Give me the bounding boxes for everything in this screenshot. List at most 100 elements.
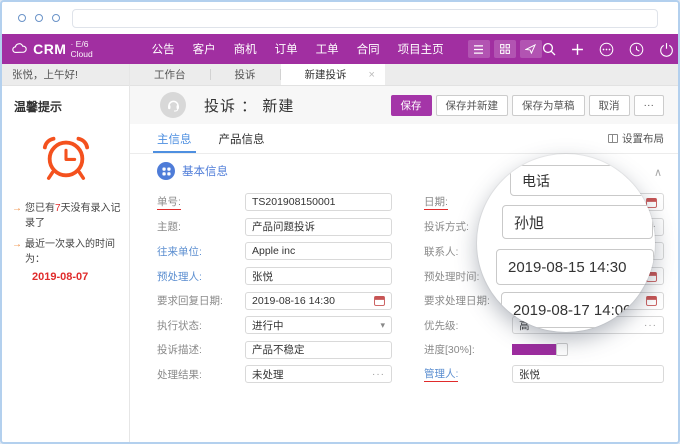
result-input[interactable]: 未处理··· [245,365,392,383]
manager-input[interactable]: 张悦 [512,365,664,383]
headset-icon [166,98,181,112]
field-label-order-no: 单号: [157,194,245,210]
action-buttons: 保存 保存并新建 保存为草稿 取消 ··· [391,95,665,116]
nav-item-announcement[interactable]: 公告 [152,41,175,57]
nav-item-workorder[interactable]: 工单 [316,41,339,57]
tab-workbench[interactable]: 工作台 [130,64,210,85]
arrow-icon: → [12,237,22,267]
save-and-new-button[interactable]: 保存并新建 [436,95,509,116]
header-right-icons [542,42,674,57]
add-button[interactable] [571,43,584,56]
apps-grid-button[interactable] [494,40,516,58]
exec-status-select[interactable]: 进行中▾ [245,316,392,334]
progress-fill [512,344,556,355]
plus-icon [571,43,584,56]
browser-bar [2,2,678,34]
chevron-down-icon[interactable]: ▾ [380,320,385,331]
description-input[interactable]: 产品不稳定 [245,341,392,359]
page-title: 投诉 ： 新建 [204,95,294,116]
nav-item-order[interactable]: 订单 [275,41,298,57]
magnifier-overlay: 电话 孙旭 2019-08-15 14:30 2019-08-17 14:00 [477,154,655,332]
more-menu-button[interactable] [599,42,614,57]
alarm-clock-icon [41,131,91,183]
menu-list-button[interactable] [468,40,490,58]
tip-item: → 您已有7天没有录入记录了 [12,201,121,231]
order-no-input[interactable]: TS201908150001 [245,193,392,211]
field-label-subject: 主题: [157,219,245,234]
magnified-contact: 孙旭 [502,205,653,239]
collapse-section-icon[interactable]: ∧ [654,166,662,179]
progress-handle[interactable] [556,343,568,356]
section-grid-icon [157,162,175,180]
cloud-icon [12,42,27,56]
greeting-text: 张悦，上午好! [2,64,129,86]
window-dot-icon[interactable] [35,14,43,22]
app-window: CRM · E/6 Cloud 公告 客户 商机 订单 工单 合同 项目主页 [0,0,680,444]
magnified-prehandle-time: 2019-08-15 14:30 [496,249,654,285]
window-controls [18,14,60,22]
section-basic-info[interactable]: 基本信息 [157,162,228,180]
search-button[interactable] [542,42,556,56]
address-bar-input[interactable] [72,9,658,28]
more-actions-button[interactable]: ··· [634,95,665,116]
reply-deadline-input[interactable]: 2019-08-16 14:30 [245,292,392,310]
tip-item: → 最近一次录入的时间为： [12,237,121,267]
tab-complaint[interactable]: 投诉 [211,64,280,85]
sidebar: 张悦，上午好! 温馨提示 → 您已有7天没有录入记录了 → 最近一次录入的时间为… [2,64,130,442]
history-button[interactable] [629,42,644,57]
brand-logo[interactable]: CRM · E/6 Cloud [12,39,100,59]
field-label-manager[interactable]: 管理人: [424,366,512,382]
tab-new-complaint[interactable]: 新建投诉 × [281,64,385,85]
field-label-result: 处理结果: [157,367,245,382]
progress-slider[interactable] [512,344,660,355]
window-dot-icon[interactable] [18,14,26,22]
window-dot-icon[interactable] [52,14,60,22]
last-entry-date: 2019-08-07 [32,271,121,283]
detail-tabs: 主信息 产品信息 设置布局 [130,124,678,154]
field-label-prehandler[interactable]: 预处理人: [157,269,245,284]
field-label-progress: 进度[30%]: [424,342,512,357]
send-button[interactable] [520,40,542,58]
nav-item-contract[interactable]: 合同 [357,41,380,57]
cancel-button[interactable]: 取消 [589,95,630,116]
search-icon [542,42,556,56]
subject-input[interactable]: 产品问题投诉 [245,218,392,236]
brand-name: CRM [33,41,66,57]
avatar [160,92,186,118]
layout-settings-link[interactable]: 设置布局 [608,131,664,146]
magnified-handle-deadline: 2019-08-17 14:00 [501,292,655,328]
tips-list: → 您已有7天没有录入记录了 → 最近一次录入的时间为： 2019-08-07 [2,183,129,283]
field-label-exec-status: 执行状态: [157,318,245,333]
field-label-description: 投诉描述: [157,342,245,357]
nav-item-opportunity[interactable]: 商机 [234,41,257,57]
hamburger-icon [473,45,484,54]
logout-button[interactable] [659,42,674,57]
field-label-reply-deadline: 要求回复日期: [157,293,245,308]
app-header: CRM · E/6 Cloud 公告 客户 商机 订单 工单 合同 项目主页 [2,34,678,64]
magnified-complaint-method: 电话 [510,165,651,196]
clock-icon [629,42,644,57]
layout-icon [608,134,618,143]
paper-plane-icon [525,44,536,54]
header-tool-group [468,40,542,58]
grid-icon [500,44,510,54]
tab-strip: 工作台 投诉 新建投诉 × [130,64,678,86]
save-as-draft-button[interactable]: 保存为草稿 [512,95,585,116]
tab-product-info[interactable]: 产品信息 [219,124,265,153]
main-nav: 公告 客户 商机 订单 工单 合同 项目主页 [152,41,444,57]
tab-main-info[interactable]: 主信息 [157,124,192,153]
title-bar: 投诉 ： 新建 保存 保存并新建 保存为草稿 取消 ··· [130,86,678,124]
prehandler-input[interactable]: 张悦 [245,267,392,285]
arrow-icon: → [12,201,22,231]
power-icon [659,42,674,57]
close-icon[interactable]: × [369,69,375,81]
lookup-icon[interactable]: ··· [372,369,385,380]
account-input[interactable]: Apple inc [245,242,392,260]
nav-item-project-home[interactable]: 项目主页 [398,41,444,57]
nav-item-customer[interactable]: 客户 [193,41,216,57]
brand-suffix: · E/6 Cloud [70,39,99,59]
tips-title: 温馨提示 [2,86,129,115]
calendar-icon[interactable] [374,295,385,306]
save-button[interactable]: 保存 [391,95,432,116]
field-label-account[interactable]: 往来单位: [157,244,245,259]
